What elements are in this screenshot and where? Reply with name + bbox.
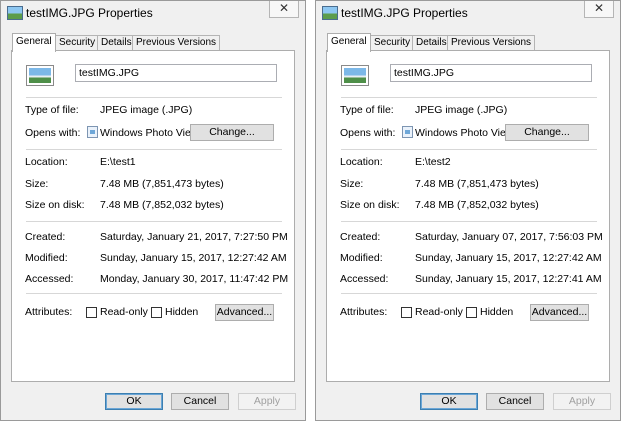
divider [26,97,282,98]
created-value: Saturday, January 07, 2017, 7:56:03 PM [415,231,603,243]
size-label: Size: [340,178,364,190]
divider [341,149,597,150]
read-only-checkbox[interactable] [401,307,412,318]
created-label: Created: [25,231,66,243]
change-button[interactable]: Change... [190,124,274,141]
accessed-label: Accessed: [25,273,74,285]
file-name-field[interactable]: testIMG.JPG [390,64,592,82]
tab-details[interactable]: Details [412,35,451,50]
divider [341,293,597,294]
title-bar[interactable]: testIMG.JPG Properties ✕ [316,1,620,27]
attributes-label: Attributes: [25,306,73,318]
apply-button[interactable]: Apply [238,393,296,410]
cancel-button[interactable]: Cancel [171,393,229,410]
type-of-file-value: JPEG image (.JPG) [415,104,508,116]
photo-viewer-icon [402,126,413,138]
tab-general[interactable]: General [327,33,371,52]
ok-button[interactable]: OK [105,393,163,410]
hidden-checkbox[interactable] [466,307,477,318]
size-value: 7.48 MB (7,851,473 bytes) [415,178,539,190]
title-bar[interactable]: testIMG.JPG Properties ✕ [1,1,305,27]
dialog-client: General Security Details Previous Versio… [316,27,620,420]
modified-label: Modified: [25,252,68,264]
modified-label: Modified: [340,252,383,264]
close-button[interactable]: ✕ [584,1,614,18]
attributes-label: Attributes: [340,306,388,318]
location-value: E:\test2 [415,156,451,168]
tab-security[interactable]: Security [55,35,100,50]
type-of-file-label: Type of file: [340,104,394,116]
advanced-button[interactable]: Advanced... [530,304,589,321]
divider [26,149,282,150]
window-title: testIMG.JPG Properties [26,6,153,20]
image-file-icon [322,6,338,20]
created-value: Saturday, January 21, 2017, 7:27:50 PM [100,231,288,243]
type-of-file-label: Type of file: [25,104,79,116]
type-of-file-value: JPEG image (.JPG) [100,104,193,116]
divider [341,97,597,98]
advanced-button[interactable]: Advanced... [215,304,274,321]
jpg-file-icon [341,65,369,86]
size-value: 7.48 MB (7,851,473 bytes) [100,178,224,190]
modified-value: Sunday, January 15, 2017, 12:27:42 AM [100,252,287,264]
window-title: testIMG.JPG Properties [341,6,468,20]
location-label: Location: [340,156,383,168]
read-only-checkbox[interactable] [86,307,97,318]
file-name-field[interactable]: testIMG.JPG [75,64,277,82]
general-tab-panel: testIMG.JPG Type of file: JPEG image (.J… [11,50,295,382]
hidden-checkbox[interactable] [151,307,162,318]
photo-viewer-icon [87,126,98,138]
hidden-label[interactable]: Hidden [165,306,198,318]
properties-window-2: testIMG.JPG Properties ✕ General Securit… [315,0,621,421]
change-button[interactable]: Change... [505,124,589,141]
tab-details[interactable]: Details [97,35,136,50]
read-only-label[interactable]: Read-only [100,306,148,318]
jpg-file-icon [26,65,54,86]
image-file-icon [7,6,23,20]
created-label: Created: [340,231,381,243]
size-on-disk-label: Size on disk: [340,199,400,211]
tab-previous-versions[interactable]: Previous Versions [447,35,536,50]
location-value: E:\test1 [100,156,136,168]
apply-button[interactable]: Apply [553,393,611,410]
divider [26,221,282,222]
read-only-label[interactable]: Read-only [415,306,463,318]
size-on-disk-value: 7.48 MB (7,852,032 bytes) [100,199,224,211]
tab-security[interactable]: Security [370,35,415,50]
close-button[interactable]: ✕ [269,1,299,18]
size-on-disk-label: Size on disk: [25,199,85,211]
properties-window-1: testIMG.JPG Properties ✕ General Securit… [0,0,306,421]
tab-previous-versions[interactable]: Previous Versions [132,35,221,50]
divider [341,221,597,222]
ok-button[interactable]: OK [420,393,478,410]
general-tab-panel: testIMG.JPG Type of file: JPEG image (.J… [326,50,610,382]
accessed-value: Monday, January 30, 2017, 11:47:42 PM [100,273,289,285]
modified-value: Sunday, January 15, 2017, 12:27:42 AM [415,252,602,264]
divider [26,293,282,294]
location-label: Location: [25,156,68,168]
size-on-disk-value: 7.48 MB (7,852,032 bytes) [415,199,539,211]
cancel-button[interactable]: Cancel [486,393,544,410]
dialog-client: General Security Details Previous Versio… [1,27,305,420]
accessed-label: Accessed: [340,273,389,285]
hidden-label[interactable]: Hidden [480,306,513,318]
size-label: Size: [25,178,49,190]
opens-with-label: Opens with: [340,127,396,139]
accessed-value: Sunday, January 15, 2017, 12:27:41 AM [415,273,602,285]
tab-general[interactable]: General [12,33,56,52]
opens-with-label: Opens with: [25,127,81,139]
